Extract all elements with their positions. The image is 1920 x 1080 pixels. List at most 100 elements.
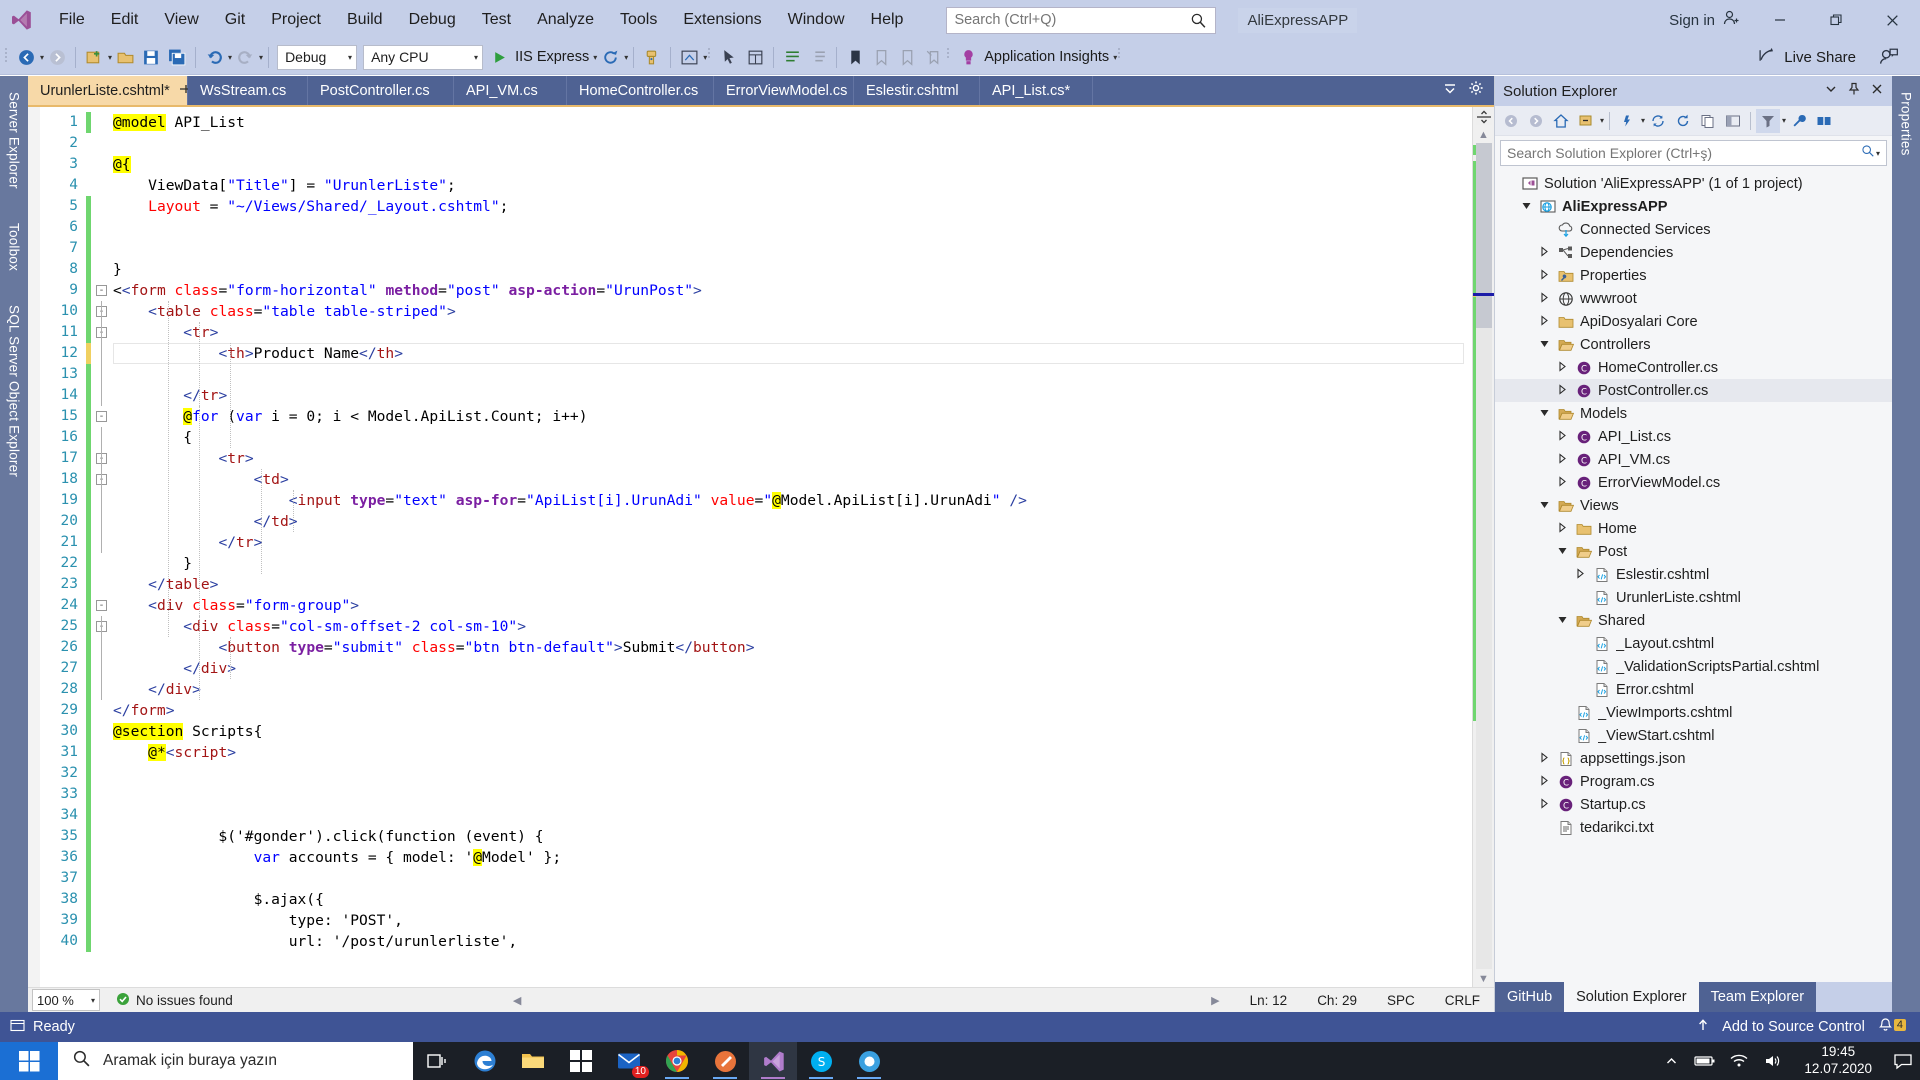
tree-node-errorviewmodel.cs[interactable]: C ErrorViewModel.cs — [1495, 471, 1892, 494]
tree-node-appsettings.json[interactable]: appsettings.json — [1495, 747, 1892, 770]
chevron-down-icon[interactable] — [1442, 80, 1458, 101]
flashlight-icon[interactable] — [639, 44, 665, 71]
code-line[interactable]: <div class="form-group"> — [113, 595, 1472, 616]
code-line[interactable]: </tr> — [113, 532, 1472, 553]
taskbar-search-box[interactable]: Aramak için buraya yazın — [58, 1042, 413, 1080]
panel-tab-github[interactable]: GitHub — [1495, 982, 1565, 1012]
clear-bookmarks-icon[interactable] — [920, 44, 946, 71]
menu-extensions[interactable]: Extensions — [670, 5, 774, 35]
properties-window-icon[interactable] — [742, 44, 768, 71]
tree-node-urunlerliste.cshtml[interactable]: UrunlerListe.cshtml — [1495, 586, 1892, 609]
code-line[interactable]: @{ — [113, 154, 1472, 175]
editor-tab-postcontrollercs[interactable]: PostController.cs — [308, 76, 454, 105]
tree-node-postcontroller.cs[interactable]: C PostController.cs — [1495, 379, 1892, 402]
editor-tab-homecontrollercs[interactable]: HomeController.cs — [567, 76, 714, 105]
tree-node-apidosyalari-core[interactable]: ApiDosyalari Core — [1495, 310, 1892, 333]
menu-tools[interactable]: Tools — [607, 5, 670, 35]
tree-node-tedarikci.txt[interactable]: tedarikci.txt — [1495, 816, 1892, 839]
visual-studio-icon[interactable] — [749, 1042, 797, 1080]
code-line[interactable] — [113, 784, 1472, 805]
menu-analyze[interactable]: Analyze — [524, 5, 607, 35]
code-line[interactable]: </div> — [113, 658, 1472, 679]
solution-explorer-search[interactable]: ▾ — [1500, 140, 1887, 166]
feedback-icon[interactable] — [1876, 44, 1902, 71]
chevron-down-icon[interactable] — [1824, 82, 1838, 100]
code-line[interactable]: @*<script> — [113, 742, 1472, 763]
mail-icon[interactable]: 10 — [605, 1042, 653, 1080]
code-line[interactable] — [113, 133, 1472, 154]
split-icon[interactable] — [1812, 109, 1836, 133]
redo-dropdown-icon[interactable]: ▾ — [259, 53, 263, 62]
solution-explorer-search-input[interactable] — [1507, 145, 1861, 161]
bookmark-icon[interactable] — [842, 44, 868, 71]
chevron-collapsed-icon[interactable] — [1537, 751, 1552, 766]
menu-project[interactable]: Project — [258, 5, 334, 35]
show-all-files-icon[interactable] — [1696, 109, 1720, 133]
editor-tab-wsstreamcs[interactable]: WsStream.cs — [188, 76, 308, 105]
chevron-collapsed-icon[interactable] — [1537, 797, 1552, 812]
action-center-icon[interactable] — [1892, 1052, 1914, 1070]
application-insights-label[interactable]: Application Insights — [984, 49, 1109, 65]
undo-icon[interactable] — [201, 44, 227, 71]
skype-icon[interactable]: S — [797, 1042, 845, 1080]
code-line[interactable]: { — [113, 427, 1472, 448]
tree-node-_validationscriptspartial.cshtml[interactable]: _ValidationScriptsPartial.cshtml — [1495, 655, 1892, 678]
editor-tab-errorviewmodelcs[interactable]: ErrorViewModel.cs — [714, 76, 854, 105]
close-icon[interactable] — [1870, 82, 1884, 100]
chevron-expanded-icon[interactable] — [1537, 499, 1552, 513]
code-line[interactable]: ViewData["Title"] = "UrunlerListe"; — [113, 175, 1472, 196]
code-line[interactable]: @section Scripts{ — [113, 721, 1472, 742]
editor-tab-api_vmcs[interactable]: API_VM.cs — [454, 76, 567, 105]
code-line[interactable]: url: '/post/urunlerliste', — [113, 931, 1472, 952]
task-view-icon[interactable] — [413, 1042, 461, 1080]
solution-tree[interactable]: Solution 'AliExpressAPP' (1 of 1 project… — [1495, 170, 1892, 982]
code-line[interactable]: <th>Product Name</th> — [113, 343, 1472, 364]
code-line[interactable]: <<form class="form-horizontal" method="p… — [113, 280, 1472, 301]
editor-tab-api_listcs[interactable]: API_List.cs* — [980, 76, 1093, 105]
tree-node-error.cshtml[interactable]: Error.cshtml — [1495, 678, 1892, 701]
navigate-forward-icon[interactable] — [44, 44, 70, 71]
code-line[interactable]: $.ajax({ — [113, 889, 1472, 910]
code-line[interactable]: <div class="col-sm-offset-2 col-sm-10"> — [113, 616, 1472, 637]
tree-node-aliexpressapp[interactable]: AliExpressAPP — [1495, 195, 1892, 218]
dock-item-sql-server-object-explorer[interactable]: SQL Server Object Explorer — [2, 295, 27, 487]
chevron-collapsed-icon[interactable] — [1555, 360, 1570, 375]
scroll-down-button[interactable]: ▼ — [1478, 973, 1489, 985]
code-line[interactable]: @for (var i = 0; i < Model.ApiList.Count… — [113, 406, 1472, 427]
comment-lines-icon[interactable] — [779, 44, 805, 71]
chevron-collapsed-icon[interactable] — [1537, 774, 1552, 789]
code-line[interactable]: <button type="submit" class="btn btn-def… — [113, 637, 1472, 658]
restore-button[interactable] — [1808, 0, 1864, 40]
properties-dropdown-icon[interactable]: ▾ — [1641, 116, 1645, 125]
tree-node-properties[interactable]: Properties — [1495, 264, 1892, 287]
code-line[interactable]: <table class="table table-striped"> — [113, 301, 1472, 322]
code-line[interactable]: Layout = "~/Views/Shared/_Layout.cshtml"… — [113, 196, 1472, 217]
properties-icon[interactable] — [1615, 109, 1639, 133]
tree-node-solution-aliexpressapp-1-of-1-project-[interactable]: Solution 'AliExpressAPP' (1 of 1 project… — [1495, 172, 1892, 195]
code-line[interactable]: @model API_List — [113, 112, 1472, 133]
tree-node-program.cs[interactable]: C Program.cs — [1495, 770, 1892, 793]
save-all-icon[interactable] — [164, 44, 190, 71]
code-line[interactable] — [113, 763, 1472, 784]
code-line[interactable] — [113, 868, 1472, 889]
horizontal-scroll-left-icon[interactable]: ◀ — [513, 994, 521, 1007]
uncomment-lines-icon[interactable] — [805, 44, 831, 71]
open-file-icon[interactable] — [112, 44, 138, 71]
split-view-handle[interactable] — [1476, 109, 1492, 125]
preview-icon[interactable] — [1721, 109, 1745, 133]
microsoft-store-icon[interactable] — [557, 1042, 605, 1080]
solution-configuration-dropdown[interactable]: Debug ▾ — [277, 44, 358, 70]
back-icon[interactable] — [1499, 109, 1523, 133]
chevron-collapsed-icon[interactable] — [1537, 245, 1552, 260]
tree-node-_viewimports.cshtml[interactable]: _ViewImports.cshtml — [1495, 701, 1892, 724]
menu-build[interactable]: Build — [334, 5, 396, 35]
tree-node-dependencies[interactable]: Dependencies — [1495, 241, 1892, 264]
editor-vertical-scrollbar[interactable]: ▲ ▼ — [1472, 107, 1494, 987]
chevron-expanded-icon[interactable] — [1537, 338, 1552, 352]
chevron-expanded-icon[interactable] — [1555, 614, 1570, 628]
windows-start-icon[interactable] — [0, 1042, 58, 1080]
code-line[interactable]: </form> — [113, 700, 1472, 721]
home-icon[interactable] — [1549, 109, 1573, 133]
dock-item-server-explorer[interactable]: Server Explorer — [2, 82, 27, 199]
tree-node-_layout.cshtml[interactable]: _Layout.cshtml — [1495, 632, 1892, 655]
